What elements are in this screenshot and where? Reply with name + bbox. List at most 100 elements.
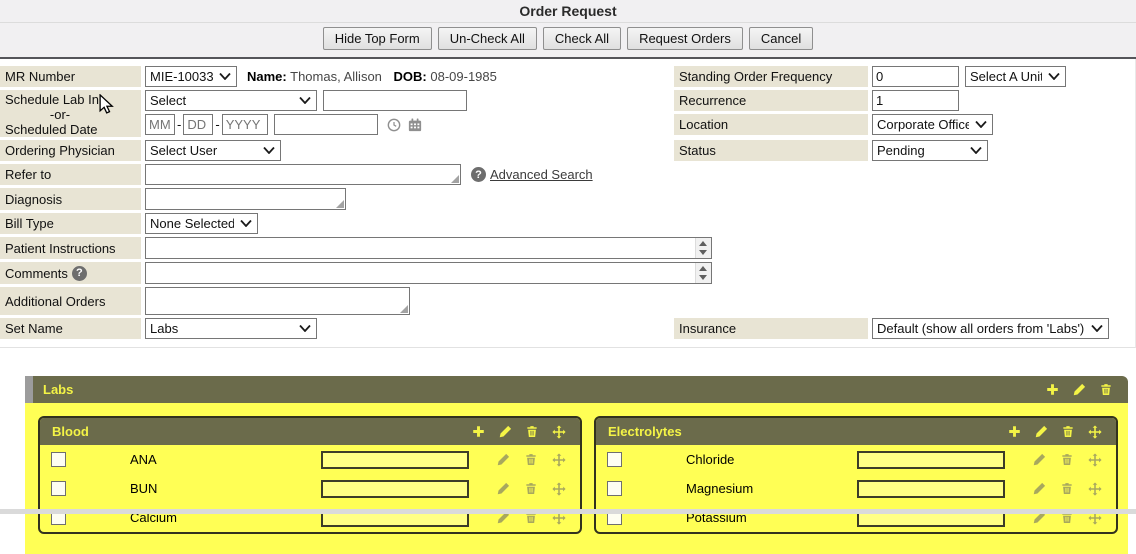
order-value-input[interactable] xyxy=(857,451,1005,469)
scrollbar[interactable] xyxy=(695,263,711,283)
status-label: Status xyxy=(674,140,868,161)
edit-panel-icon[interactable] xyxy=(1072,383,1086,397)
refer-to-input[interactable] xyxy=(145,164,461,185)
order-row: BUN xyxy=(40,474,580,503)
labs-panel-title: Labs xyxy=(43,382,73,397)
edit-order-icon[interactable] xyxy=(496,453,510,467)
insurance-select[interactable]: Default (show all orders from 'Labs') xyxy=(872,318,1109,339)
ordering-physician-label: Ordering Physician xyxy=(0,140,141,161)
chevron-down-icon xyxy=(218,70,232,84)
edit-order-icon[interactable] xyxy=(1032,482,1046,496)
lab-group-panel: Electrolytes Chloride Magnesium xyxy=(594,416,1118,534)
chevron-down-icon xyxy=(1047,70,1061,84)
standing-order-frequency-label: Standing Order Frequency xyxy=(674,66,868,87)
schedule-lab-in-input[interactable] xyxy=(323,90,467,111)
status-select[interactable]: Pending xyxy=(872,140,988,161)
labs-panel-body: Blood ANA BUN Calcium xyxy=(25,403,1128,554)
order-checkbox[interactable] xyxy=(51,452,66,467)
advanced-search-link[interactable]: Advanced Search xyxy=(490,167,593,182)
lab-group-rows: Chloride Magnesium Potassium xyxy=(596,445,1116,532)
patient-instructions-text[interactable] xyxy=(146,238,695,258)
delete-panel-icon[interactable] xyxy=(1099,383,1113,397)
order-checkbox[interactable] xyxy=(51,481,66,496)
standing-order-frequency-input[interactable] xyxy=(872,66,959,87)
add-order-icon[interactable] xyxy=(1007,425,1021,439)
edit-order-icon[interactable] xyxy=(1032,453,1046,467)
recurrence-label: Recurrence xyxy=(674,90,868,111)
bill-type-select[interactable]: None Selected xyxy=(145,213,258,234)
button-request-orders[interactable]: Request Orders xyxy=(627,27,743,50)
order-checkbox[interactable] xyxy=(607,452,622,467)
chevron-down-icon xyxy=(298,322,312,336)
clock-icon[interactable] xyxy=(387,118,401,132)
year-input[interactable] xyxy=(222,114,268,135)
date-separator: - xyxy=(177,117,181,132)
ordering-physician-select[interactable]: Select User xyxy=(145,140,281,161)
mr-number-select[interactable]: MIE-10033 xyxy=(145,66,237,87)
form-row: Ordering Physician Select User Status Pe… xyxy=(0,140,1135,161)
insurance-label: Insurance xyxy=(674,318,868,339)
add-order-icon[interactable] xyxy=(471,425,485,439)
order-row: Chloride xyxy=(596,445,1116,474)
move-order-icon[interactable] xyxy=(552,453,566,467)
page-title: Order Request xyxy=(0,0,1136,23)
form-row: Schedule Lab In -or- Scheduled Date Sele… xyxy=(0,90,1135,137)
edit-order-icon[interactable] xyxy=(496,482,510,496)
recurrence-input[interactable] xyxy=(872,90,959,111)
order-row: Potassium xyxy=(596,503,1116,532)
move-group-icon[interactable] xyxy=(552,425,566,439)
move-group-icon[interactable] xyxy=(1088,425,1102,439)
delete-order-icon[interactable] xyxy=(1060,453,1074,467)
scrollbar[interactable] xyxy=(695,238,711,258)
page-bottom-edge xyxy=(0,509,1136,514)
diagnosis-textarea[interactable] xyxy=(145,188,346,210)
move-order-icon[interactable] xyxy=(1088,482,1102,496)
order-row: ANA xyxy=(40,445,580,474)
delete-order-icon[interactable] xyxy=(524,482,538,496)
edit-group-icon[interactable] xyxy=(1034,425,1048,439)
edit-group-icon[interactable] xyxy=(498,425,512,439)
comments-text[interactable] xyxy=(146,263,695,283)
help-icon[interactable]: ? xyxy=(471,167,486,182)
help-icon[interactable]: ? xyxy=(72,266,87,281)
labs-panel-header: Labs xyxy=(25,376,1128,403)
order-row: Calcium xyxy=(40,503,580,532)
delete-order-icon[interactable] xyxy=(524,453,538,467)
day-input[interactable] xyxy=(183,114,213,135)
chevron-down-icon xyxy=(1090,322,1104,336)
delete-group-icon[interactable] xyxy=(1061,425,1075,439)
move-order-icon[interactable] xyxy=(552,482,566,496)
frequency-unit-select[interactable]: Select A Unit xyxy=(965,66,1066,87)
comments-input[interactable] xyxy=(145,262,712,284)
order-value-input[interactable] xyxy=(321,480,469,498)
order-value-input[interactable] xyxy=(321,451,469,469)
move-order-icon[interactable] xyxy=(1088,453,1102,467)
button-cancel[interactable]: Cancel xyxy=(749,27,813,50)
patient-instructions-input[interactable] xyxy=(145,237,712,259)
chevron-down-icon xyxy=(969,144,983,158)
lab-group-panel: Blood ANA BUN Calcium xyxy=(38,416,582,534)
calendar-icon[interactable] xyxy=(408,118,422,132)
set-name-select[interactable]: Labs xyxy=(145,318,317,339)
order-checkbox[interactable] xyxy=(607,481,622,496)
delete-group-icon[interactable] xyxy=(525,425,539,439)
time-input[interactable] xyxy=(274,114,378,135)
order-value-input[interactable] xyxy=(857,480,1005,498)
month-input[interactable] xyxy=(145,114,175,135)
set-name-label: Set Name xyxy=(0,318,141,339)
button-check-all[interactable]: Check All xyxy=(543,27,621,50)
schedule-lab-in-select[interactable]: Select xyxy=(145,90,317,111)
form-row: Additional Orders xyxy=(0,287,1135,315)
add-group-icon[interactable] xyxy=(1045,383,1059,397)
button-hide-top-form[interactable]: Hide Top Form xyxy=(323,27,432,50)
chevron-down-icon xyxy=(974,118,988,132)
chevron-down-icon xyxy=(262,144,276,158)
button-un-check-all[interactable]: Un-Check All xyxy=(438,27,537,50)
additional-orders-label: Additional Orders xyxy=(0,287,141,315)
additional-orders-textarea[interactable] xyxy=(145,287,410,315)
lab-group-header: Electrolytes xyxy=(596,418,1116,445)
order-label: ANA xyxy=(130,452,157,467)
toolbar: Hide Top Form Un-Check All Check All Reques… xyxy=(0,23,1136,59)
location-select[interactable]: Corporate Office xyxy=(872,114,993,135)
delete-order-icon[interactable] xyxy=(1060,482,1074,496)
